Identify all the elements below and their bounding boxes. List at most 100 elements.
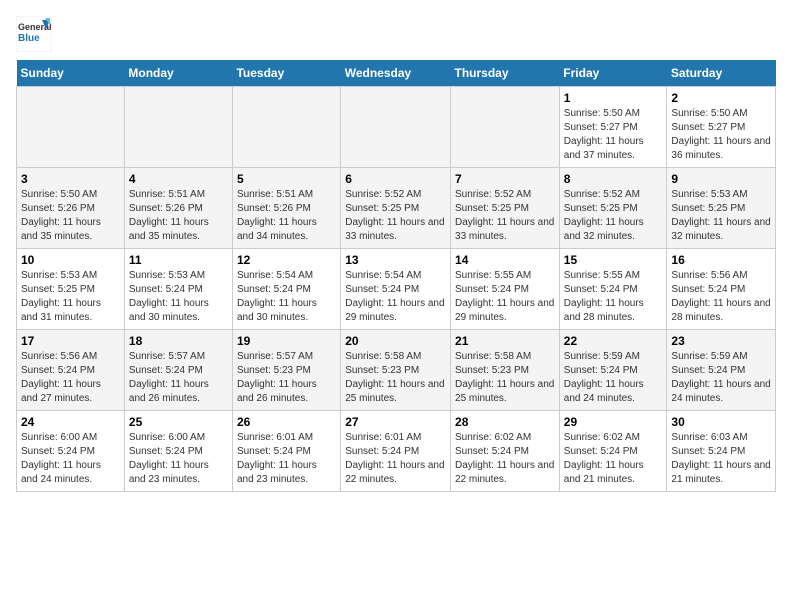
page-header: General Blue (16, 16, 776, 52)
day-number: 30 (671, 415, 771, 429)
weekday-header-monday: Monday (124, 60, 232, 87)
day-info: Sunrise: 5:51 AM Sunset: 5:26 PM Dayligh… (129, 188, 228, 244)
calendar-day-cell: 12Sunrise: 5:54 AM Sunset: 5:24 PM Dayli… (232, 249, 340, 330)
day-number: 6 (345, 172, 446, 186)
day-info: Sunrise: 5:55 AM Sunset: 5:24 PM Dayligh… (455, 269, 555, 325)
calendar-day-cell: 11 Sunrise: 5:53 AM Sunset: 5:24 PM Dayli… (124, 249, 232, 330)
day-info: Sunrise: 5:52 AM Sunset: 5:25 PM Dayligh… (455, 188, 555, 244)
day-number: 25 (129, 415, 228, 429)
calendar-day-cell: 1 Sunrise: 5:50 AM Sunset: 5:27 PM Daylig… (559, 87, 667, 168)
calendar-day-cell: 14 Sunrise: 5:55 AM Sunset: 5:24 PM Dayli… (451, 249, 560, 330)
calendar-day-cell: 23 Sunrise: 5:59 AM Sunset: 5:24 PM Dayli… (667, 330, 776, 411)
calendar-day-cell: 8 Sunrise: 5:52 AM Sunset: 5:25 PM Daylig… (559, 168, 667, 249)
day-info: Sunrise: 6:01 AM Sunset: 5:24 PM Dayligh… (345, 431, 446, 487)
day-number: 3 (21, 172, 120, 186)
day-number: 16 (671, 253, 771, 267)
weekday-header-row: SundayMondayTuesdayWednesdayThursdayFrid… (17, 60, 776, 87)
calendar-day-cell: 29 Sunrise: 6:02 AM Sunset: 5:24 PM Dayli… (559, 411, 667, 492)
weekday-header-sunday: Sunday (17, 60, 125, 87)
day-number: 5 (237, 172, 336, 186)
day-number: 15 (564, 253, 663, 267)
day-info: Sunrise: 5:52 AM Sunset: 5:25 PM Dayligh… (345, 188, 446, 244)
day-number: 20 (345, 334, 446, 348)
calendar-day-cell: 4 Sunrise: 5:51 AM Sunset: 5:26 PM Daylig… (124, 168, 232, 249)
day-number: 18 (129, 334, 228, 348)
calendar-day-cell: 24 Sunrise: 6:00 AM Sunset: 5:24 PM Dayli… (17, 411, 125, 492)
calendar-day-cell: 28 Sunrise: 6:02 AM Sunset: 5:24 PM Dayli… (451, 411, 560, 492)
day-info: Sunrise: 5:50 AM Sunset: 5:27 PM Dayligh… (564, 107, 663, 163)
calendar-week-row: 1 Sunrise: 5:50 AM Sunset: 5:27 PM Daylig… (17, 87, 776, 168)
weekday-header-friday: Friday (559, 60, 667, 87)
weekday-header-thursday: Thursday (451, 60, 560, 87)
day-number: 11 (129, 253, 228, 267)
day-info: Sunrise: 5:50 AM Sunset: 5:27 PM Dayligh… (671, 107, 771, 163)
day-number: 12 (237, 253, 336, 267)
day-info: Sunrise: 5:50 AM Sunset: 5:26 PM Dayligh… (21, 188, 120, 244)
day-number: 27 (345, 415, 446, 429)
day-info: Sunrise: 5:55 AM Sunset: 5:24 PM Dayligh… (564, 269, 663, 325)
calendar-day-cell (451, 87, 560, 168)
day-number: 10 (21, 253, 120, 267)
logo-svg: General Blue (16, 16, 52, 52)
calendar-day-cell: 6 Sunrise: 5:52 AM Sunset: 5:25 PM Daylig… (341, 168, 451, 249)
day-info: Sunrise: 5:56 AM Sunset: 5:24 PM Dayligh… (671, 269, 771, 325)
day-info: Sunrise: 6:02 AM Sunset: 5:24 PM Dayligh… (455, 431, 555, 487)
calendar-day-cell: 16 Sunrise: 5:56 AM Sunset: 5:24 PM Dayli… (667, 249, 776, 330)
calendar-day-cell: 2 Sunrise: 5:50 AM Sunset: 5:27 PM Daylig… (667, 87, 776, 168)
calendar-day-cell: 25 Sunrise: 6:00 AM Sunset: 5:24 PM Dayli… (124, 411, 232, 492)
logo: General Blue (16, 16, 52, 52)
day-info: Sunrise: 6:02 AM Sunset: 5:24 PM Dayligh… (564, 431, 663, 487)
day-number: 17 (21, 334, 120, 348)
calendar-day-cell (17, 87, 125, 168)
day-number: 14 (455, 253, 555, 267)
calendar-day-cell (232, 87, 340, 168)
day-info: Sunrise: 6:00 AM Sunset: 5:24 PM Dayligh… (129, 431, 228, 487)
day-number: 28 (455, 415, 555, 429)
day-info: Sunrise: 5:59 AM Sunset: 5:24 PM Dayligh… (564, 350, 663, 406)
calendar-day-cell: 21 Sunrise: 5:58 AM Sunset: 5:23 PM Dayli… (451, 330, 560, 411)
day-number: 8 (564, 172, 663, 186)
day-info: Sunrise: 5:53 AM Sunset: 5:24 PM Dayligh… (129, 269, 228, 325)
day-number: 23 (671, 334, 771, 348)
day-info: Sunrise: 5:51 AM Sunset: 5:26 PM Dayligh… (237, 188, 336, 244)
day-info: Sunrise: 5:58 AM Sunset: 5:23 PM Dayligh… (455, 350, 555, 406)
day-info: Sunrise: 5:52 AM Sunset: 5:25 PM Dayligh… (564, 188, 663, 244)
calendar-day-cell: 7Sunrise: 5:52 AM Sunset: 5:25 PM Daylig… (451, 168, 560, 249)
day-info: Sunrise: 6:01 AM Sunset: 5:24 PM Dayligh… (237, 431, 336, 487)
day-number: 26 (237, 415, 336, 429)
calendar-day-cell: 15 Sunrise: 5:55 AM Sunset: 5:24 PM Dayli… (559, 249, 667, 330)
day-number: 13 (345, 253, 446, 267)
calendar-week-row: 24 Sunrise: 6:00 AM Sunset: 5:24 PM Dayli… (17, 411, 776, 492)
calendar-day-cell: 3 Sunrise: 5:50 AM Sunset: 5:26 PM Daylig… (17, 168, 125, 249)
day-info: Sunrise: 5:59 AM Sunset: 5:24 PM Dayligh… (671, 350, 771, 406)
day-info: Sunrise: 5:56 AM Sunset: 5:24 PM Dayligh… (21, 350, 120, 406)
day-info: Sunrise: 5:54 AM Sunset: 5:24 PM Dayligh… (345, 269, 446, 325)
day-info: Sunrise: 5:57 AM Sunset: 5:23 PM Dayligh… (237, 350, 336, 406)
day-info: Sunrise: 6:00 AM Sunset: 5:24 PM Dayligh… (21, 431, 120, 487)
calendar-table: SundayMondayTuesdayWednesdayThursdayFrid… (16, 60, 776, 492)
day-number: 21 (455, 334, 555, 348)
day-info: Sunrise: 5:57 AM Sunset: 5:24 PM Dayligh… (129, 350, 228, 406)
day-info: Sunrise: 6:03 AM Sunset: 5:24 PM Dayligh… (671, 431, 771, 487)
calendar-day-cell: 17 Sunrise: 5:56 AM Sunset: 5:24 PM Dayli… (17, 330, 125, 411)
calendar-day-cell: 19 Sunrise: 5:57 AM Sunset: 5:23 PM Dayli… (232, 330, 340, 411)
day-number: 4 (129, 172, 228, 186)
day-number: 2 (671, 91, 771, 105)
day-info: Sunrise: 5:58 AM Sunset: 5:23 PM Dayligh… (345, 350, 446, 406)
svg-text:Blue: Blue (18, 33, 40, 44)
calendar-day-cell: 22Sunrise: 5:59 AM Sunset: 5:24 PM Dayli… (559, 330, 667, 411)
calendar-day-cell: 5 Sunrise: 5:51 AM Sunset: 5:26 PM Daylig… (232, 168, 340, 249)
day-number: 9 (671, 172, 771, 186)
day-info: Sunrise: 5:53 AM Sunset: 5:25 PM Dayligh… (21, 269, 120, 325)
weekday-header-wednesday: Wednesday (341, 60, 451, 87)
day-number: 24 (21, 415, 120, 429)
calendar-week-row: 3 Sunrise: 5:50 AM Sunset: 5:26 PM Daylig… (17, 168, 776, 249)
calendar-day-cell: 13 Sunrise: 5:54 AM Sunset: 5:24 PM Dayli… (341, 249, 451, 330)
day-number: 19 (237, 334, 336, 348)
calendar-day-cell: 27 Sunrise: 6:01 AM Sunset: 5:24 PM Dayli… (341, 411, 451, 492)
calendar-day-cell: 9Sunrise: 5:53 AM Sunset: 5:25 PM Daylig… (667, 168, 776, 249)
day-number: 29 (564, 415, 663, 429)
calendar-day-cell (341, 87, 451, 168)
weekday-header-tuesday: Tuesday (232, 60, 340, 87)
day-number: 1 (564, 91, 663, 105)
